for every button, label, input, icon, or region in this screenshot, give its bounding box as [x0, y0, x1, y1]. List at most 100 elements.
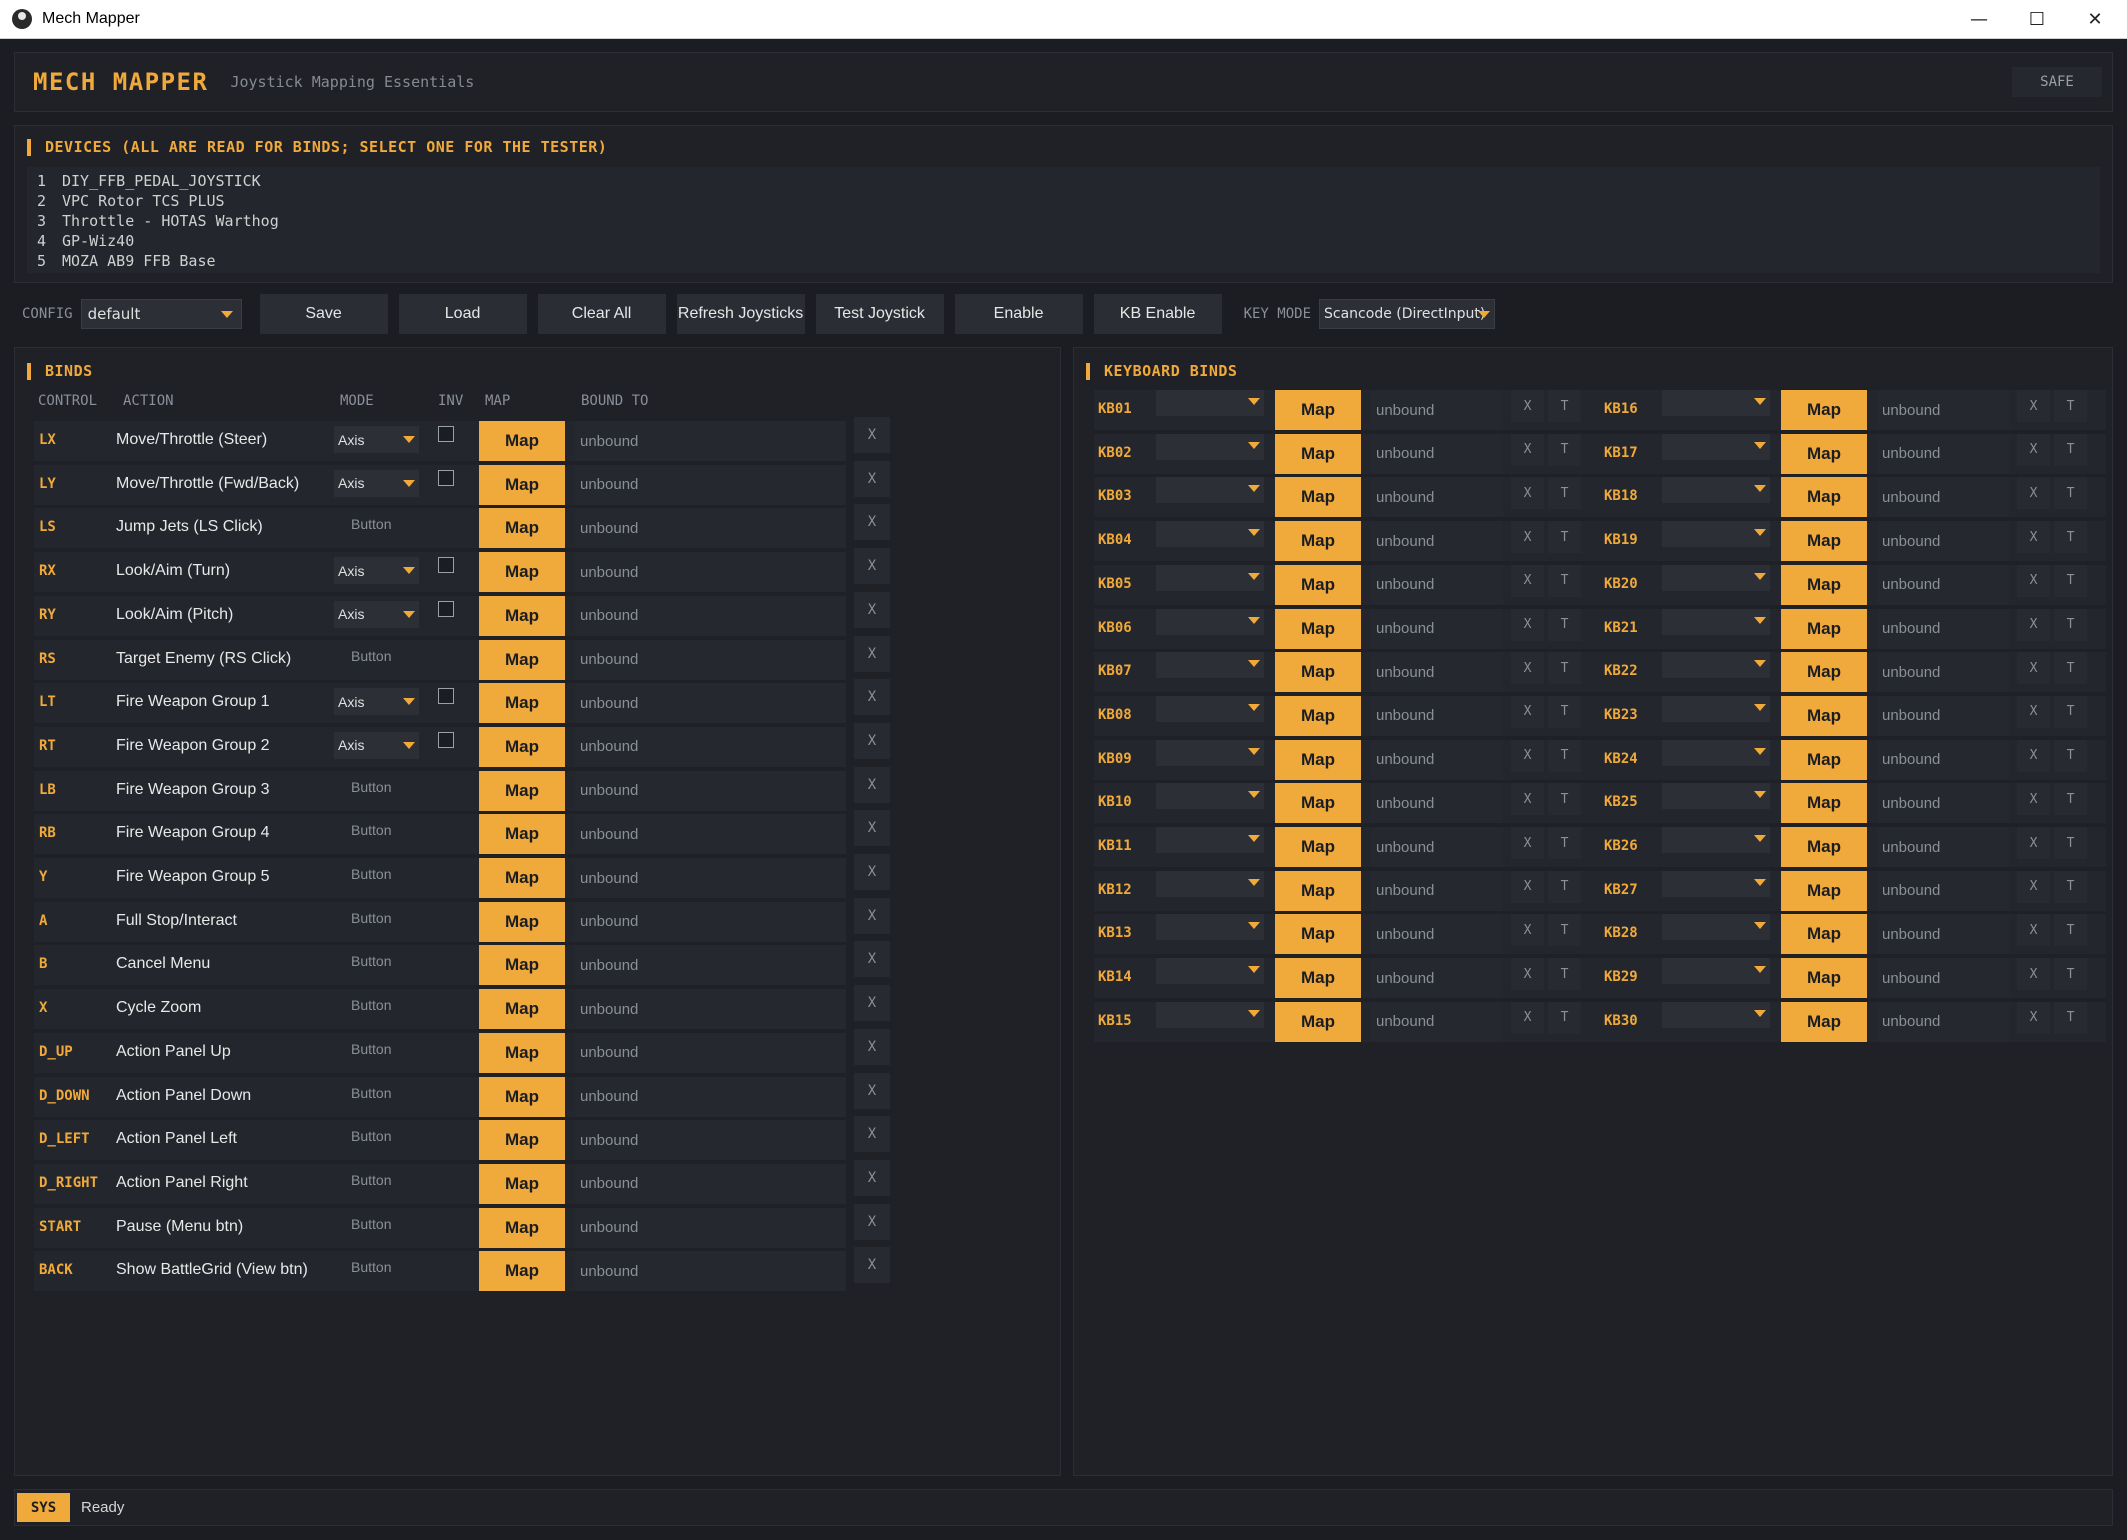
clear-key-button[interactable]: X: [1511, 433, 1544, 466]
map-button[interactable]: Map: [1275, 564, 1361, 605]
key-select[interactable]: [1156, 958, 1264, 985]
clear-bind-button[interactable]: X: [854, 1028, 890, 1065]
toggle-key-button[interactable]: T: [2054, 827, 2087, 859]
clear-bind-button[interactable]: X: [854, 1159, 890, 1196]
map-button[interactable]: Map: [479, 989, 565, 1030]
toggle-key-button[interactable]: T: [2054, 433, 2087, 466]
toggle-key-button[interactable]: T: [1548, 827, 1581, 859]
clear-all-button[interactable]: Clear All: [537, 294, 666, 334]
clear-key-button[interactable]: X: [2017, 608, 2050, 641]
device-item[interactable]: 2 VPC Rotor TCS PLUS: [37, 191, 2090, 211]
clear-bind-button[interactable]: X: [854, 635, 890, 672]
key-select[interactable]: [1662, 390, 1770, 416]
map-button[interactable]: Map: [1781, 652, 1867, 693]
clear-bind-button[interactable]: X: [854, 854, 890, 890]
clear-bind-button[interactable]: X: [854, 504, 890, 541]
key-select[interactable]: [1662, 477, 1770, 504]
key-select[interactable]: [1156, 608, 1264, 635]
clear-bind-button[interactable]: X: [854, 941, 890, 978]
clear-key-button[interactable]: X: [2017, 827, 2050, 859]
map-button[interactable]: Map: [479, 464, 565, 505]
clear-key-button[interactable]: X: [1511, 390, 1544, 422]
invert-checkbox[interactable]: [438, 731, 454, 748]
map-button[interactable]: Map: [479, 814, 565, 855]
toggle-key-button[interactable]: T: [2054, 739, 2087, 772]
load-button[interactable]: Load: [398, 294, 527, 334]
map-button[interactable]: Map: [1781, 958, 1867, 999]
toggle-key-button[interactable]: T: [1548, 433, 1581, 466]
clear-bind-button[interactable]: X: [854, 1203, 890, 1240]
clear-key-button[interactable]: X: [2017, 521, 2050, 554]
safe-badge[interactable]: SAFE: [2012, 67, 2102, 97]
map-button[interactable]: Map: [1275, 914, 1361, 955]
mode-select[interactable]: Axis: [334, 688, 419, 716]
clear-key-button[interactable]: X: [1511, 477, 1544, 510]
map-button[interactable]: Map: [479, 595, 565, 636]
key-select[interactable]: [1662, 608, 1770, 635]
device-item[interactable]: 4 GP-Wiz40: [37, 231, 2090, 251]
device-list[interactable]: 1 DIY_FFB_PEDAL_JOYSTICK 2 VPC Rotor TCS PL…: [27, 167, 2100, 273]
toggle-key-button[interactable]: T: [2054, 652, 2087, 685]
map-button[interactable]: Map: [1781, 827, 1867, 867]
mode-select[interactable]: Axis: [334, 469, 419, 497]
map-button[interactable]: Map: [479, 858, 565, 898]
clear-bind-button[interactable]: X: [854, 810, 890, 847]
toggle-key-button[interactable]: T: [2054, 608, 2087, 641]
mode-select[interactable]: Axis: [334, 426, 419, 453]
clear-key-button[interactable]: X: [2017, 564, 2050, 597]
map-button[interactable]: Map: [479, 1207, 565, 1248]
enable-button[interactable]: Enable: [954, 294, 1083, 334]
map-button[interactable]: Map: [1275, 1001, 1361, 1042]
clear-key-button[interactable]: X: [1511, 958, 1544, 991]
toggle-key-button[interactable]: T: [2054, 564, 2087, 597]
map-button[interactable]: Map: [1275, 521, 1361, 562]
toggle-key-button[interactable]: T: [1548, 783, 1581, 816]
key-select[interactable]: [1156, 652, 1264, 679]
clear-bind-button[interactable]: X: [854, 985, 890, 1022]
map-button[interactable]: Map: [1781, 1001, 1867, 1042]
key-select[interactable]: [1662, 870, 1770, 897]
toggle-key-button[interactable]: T: [2054, 783, 2087, 816]
toggle-key-button[interactable]: T: [2054, 477, 2087, 510]
toggle-key-button[interactable]: T: [1548, 739, 1581, 772]
device-item[interactable]: 5 MOZA AB9 FFB Base: [37, 251, 2090, 271]
key-select[interactable]: [1156, 1001, 1264, 1028]
map-button[interactable]: Map: [479, 552, 565, 593]
key-select[interactable]: [1662, 564, 1770, 591]
key-select[interactable]: [1662, 739, 1770, 766]
map-button[interactable]: Map: [1275, 870, 1361, 911]
key-select[interactable]: [1156, 914, 1264, 941]
invert-checkbox[interactable]: [438, 469, 454, 486]
key-select[interactable]: [1156, 477, 1264, 504]
map-button[interactable]: Map: [479, 421, 565, 461]
map-button[interactable]: Map: [479, 770, 565, 811]
config-select[interactable]: default: [80, 299, 242, 329]
clear-key-button[interactable]: X: [1511, 652, 1544, 685]
clear-key-button[interactable]: X: [1511, 783, 1544, 816]
clear-bind-button[interactable]: X: [854, 591, 890, 628]
maximize-icon[interactable]: ☐: [2008, 0, 2066, 39]
clear-bind-button[interactable]: X: [854, 766, 890, 803]
map-button[interactable]: Map: [479, 1120, 565, 1161]
map-button[interactable]: Map: [1781, 477, 1867, 518]
map-button[interactable]: Map: [1781, 739, 1867, 780]
key-select[interactable]: [1662, 433, 1770, 460]
key-select[interactable]: [1156, 564, 1264, 591]
clear-bind-button[interactable]: X: [854, 417, 890, 453]
kb-enable-button[interactable]: KB Enable: [1093, 294, 1222, 334]
clear-key-button[interactable]: X: [2017, 1001, 2050, 1034]
key-select[interactable]: [1662, 783, 1770, 810]
clear-key-button[interactable]: X: [2017, 390, 2050, 422]
toggle-key-button[interactable]: T: [1548, 652, 1581, 685]
invert-checkbox[interactable]: [438, 688, 454, 705]
map-button[interactable]: Map: [1275, 695, 1361, 736]
map-button[interactable]: Map: [1781, 695, 1867, 736]
keymode-select[interactable]: Scancode (DirectInput): [1319, 299, 1496, 329]
toggle-key-button[interactable]: T: [1548, 870, 1581, 903]
key-select[interactable]: [1662, 914, 1770, 941]
key-select[interactable]: [1662, 958, 1770, 985]
clear-key-button[interactable]: X: [1511, 521, 1544, 554]
key-select[interactable]: [1156, 390, 1264, 416]
map-button[interactable]: Map: [1781, 433, 1867, 474]
mode-select[interactable]: Axis: [334, 557, 419, 585]
